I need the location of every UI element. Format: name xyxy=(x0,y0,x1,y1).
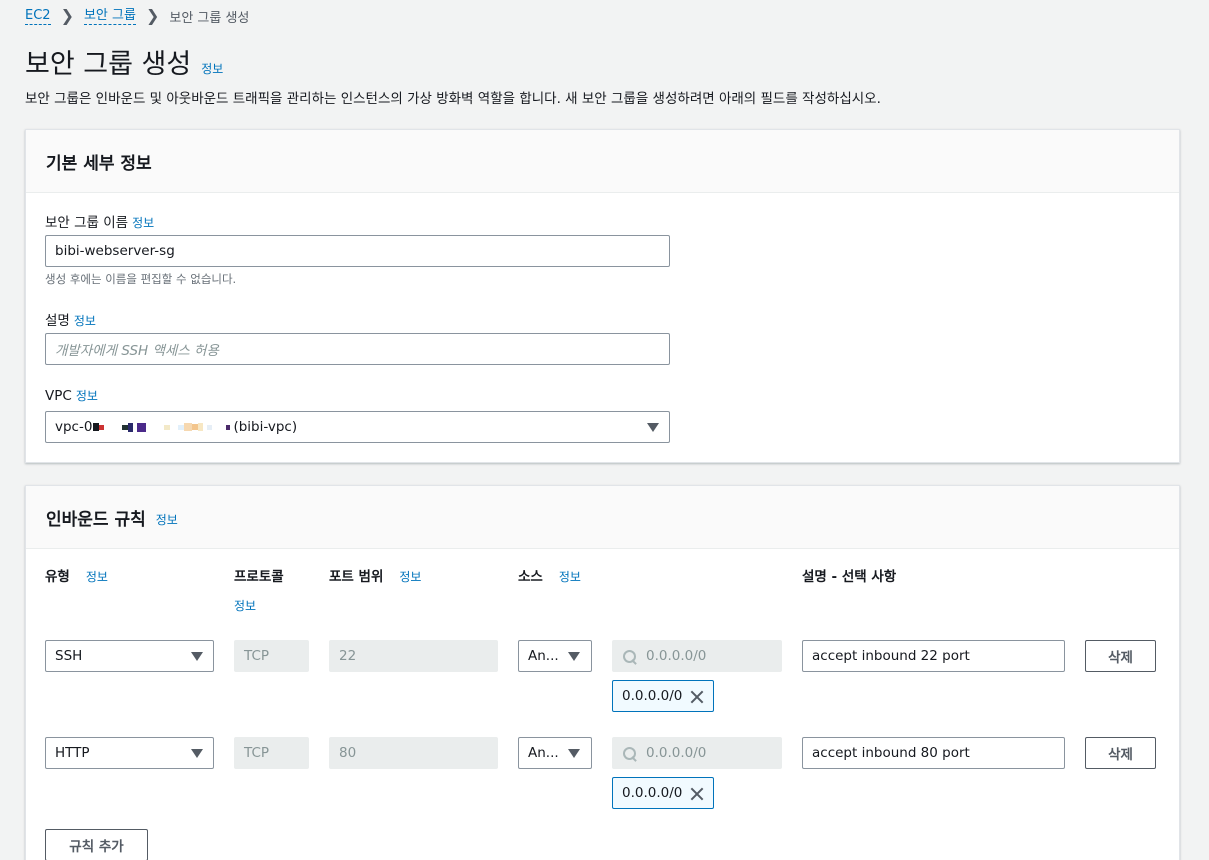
vpc-label: VPC xyxy=(45,388,72,404)
rule-cidr-placeholder: 0.0.0.0/0 xyxy=(646,745,707,761)
description-placeholder: 개발자에게 SSH 액세스 허용 xyxy=(55,343,219,359)
sg-name-info-link[interactable]: 정보 xyxy=(132,216,154,230)
vpc-label-row: VPC 정보 xyxy=(45,387,98,404)
column-header-type: 유형 정보 xyxy=(45,565,108,585)
column-header-protocol: 프로토콜 정보 xyxy=(234,565,284,614)
breadcrumb-security-groups-link[interactable]: 보안 그룹 xyxy=(83,8,136,25)
close-icon[interactable] xyxy=(689,786,705,802)
sg-name-label: 보안 그룹 이름 xyxy=(45,215,129,231)
rule-protocol-field: TCP xyxy=(234,640,309,672)
caret-down-icon xyxy=(191,652,203,661)
rule-source-type-select[interactable]: An... xyxy=(518,737,592,769)
inbound-rules-panel: 인바운드 규칙 정보 xyxy=(25,485,1180,860)
rule-description-value: accept inbound 80 port xyxy=(812,745,970,761)
rule-cidr-token: 0.0.0.0/0 xyxy=(612,680,714,712)
column-protocol-label: 프로토콜 xyxy=(234,569,284,585)
column-port-info-link[interactable]: 정보 xyxy=(399,568,421,585)
page-title-info-link[interactable]: 정보 xyxy=(201,60,223,77)
rule-cidr-search-input[interactable]: 0.0.0.0/0 xyxy=(612,640,782,672)
add-rule-button[interactable]: 규칙 추가 xyxy=(45,829,148,860)
inbound-rules-title: 인바운드 규칙 xyxy=(46,509,146,530)
description-label: 설명 xyxy=(45,313,70,329)
description-info-link[interactable]: 정보 xyxy=(74,314,96,328)
close-icon[interactable] xyxy=(689,689,705,705)
description-label-row: 설명 정보 xyxy=(45,309,96,329)
vpc-id-prefix: vpc-0 xyxy=(55,419,93,435)
caret-down-icon xyxy=(568,749,580,758)
description-input[interactable]: 개발자에게 SSH 액세스 허용 xyxy=(45,333,670,365)
rule-source-type-value: An... xyxy=(528,745,559,761)
column-protocol-info-link[interactable]: 정보 xyxy=(234,597,284,614)
sg-name-hint: 생성 후에는 이름을 편집할 수 없습니다. xyxy=(45,272,237,286)
search-icon xyxy=(623,650,637,664)
inbound-rules-info-link[interactable]: 정보 xyxy=(156,511,178,528)
rule-port-value: 22 xyxy=(339,648,357,664)
column-header-source: 소스 정보 xyxy=(518,565,581,585)
rule-cidr-token: 0.0.0.0/0 xyxy=(612,777,714,809)
page-description: 보안 그룹은 인바운드 및 아웃바운드 트래픽을 관리하는 인스턴스의 가상 방… xyxy=(25,91,881,107)
page-title-row: 보안 그룹 생성 정보 xyxy=(25,42,223,81)
rule-description-value: accept inbound 22 port xyxy=(812,648,970,664)
rule-type-value: HTTP xyxy=(55,745,90,761)
rule-description-input[interactable]: accept inbound 80 port xyxy=(802,737,1065,769)
sg-name-value: bibi-webserver-sg xyxy=(55,243,175,259)
rule-protocol-value: TCP xyxy=(244,648,270,664)
delete-rule-button[interactable]: 삭제 xyxy=(1085,737,1156,769)
vpc-id-redacted xyxy=(93,422,231,432)
rule-port-value: 80 xyxy=(339,745,357,761)
rule-protocol-field: TCP xyxy=(234,737,309,769)
rule-type-value: SSH xyxy=(55,648,83,664)
column-type-label: 유형 xyxy=(45,569,70,585)
basic-details-header: 기본 세부 정보 xyxy=(26,130,1179,193)
sg-name-input[interactable]: bibi-webserver-sg xyxy=(45,235,670,267)
rule-type-select[interactable]: HTTP xyxy=(45,737,214,769)
column-source-info-link[interactable]: 정보 xyxy=(559,568,581,585)
vpc-name: (bibi-vpc) xyxy=(233,419,298,435)
rule-cidr-token-value: 0.0.0.0/0 xyxy=(622,785,683,801)
delete-rule-button[interactable]: 삭제 xyxy=(1085,640,1156,672)
breadcrumb-current: 보안 그룹 생성 xyxy=(169,10,250,26)
caret-down-icon xyxy=(647,423,659,432)
search-icon xyxy=(623,747,637,761)
rule-source-type-value: An... xyxy=(528,648,559,664)
caret-down-icon xyxy=(191,749,203,758)
page-title: 보안 그룹 생성 xyxy=(25,49,192,80)
caret-down-icon xyxy=(568,652,580,661)
rule-protocol-value: TCP xyxy=(244,745,270,761)
breadcrumb: EC2 ❯ 보안 그룹 ❯ 보안 그룹 생성 xyxy=(25,6,249,26)
sg-name-label-row: 보안 그룹 이름 정보 xyxy=(45,211,154,231)
column-port-label: 포트 범위 xyxy=(329,569,384,585)
rule-cidr-search-input[interactable]: 0.0.0.0/0 xyxy=(612,737,782,769)
column-header-port: 포트 범위 정보 xyxy=(329,565,421,585)
breadcrumb-ec2-link[interactable]: EC2 xyxy=(25,8,51,25)
rule-port-field: 80 xyxy=(329,737,498,769)
rule-source-type-select[interactable]: An... xyxy=(518,640,592,672)
vpc-select[interactable]: vpc-0 (bibi-vpc) xyxy=(45,411,670,443)
vpc-info-link[interactable]: 정보 xyxy=(76,389,98,403)
column-description-label: 설명 - 선택 사항 xyxy=(802,569,897,585)
column-source-label: 소스 xyxy=(518,569,543,585)
basic-details-title: 기본 세부 정보 xyxy=(46,153,152,174)
rule-cidr-placeholder: 0.0.0.0/0 xyxy=(646,648,707,664)
rule-type-select[interactable]: SSH xyxy=(45,640,214,672)
chevron-right-icon: ❯ xyxy=(145,6,160,25)
chevron-right-icon: ❯ xyxy=(60,6,74,25)
rule-cidr-token-value: 0.0.0.0/0 xyxy=(622,688,683,704)
rule-port-field: 22 xyxy=(329,640,498,672)
inbound-rules-header: 인바운드 규칙 정보 xyxy=(26,486,1179,549)
column-type-info-link[interactable]: 정보 xyxy=(86,568,108,585)
rule-description-input[interactable]: accept inbound 22 port xyxy=(802,640,1065,672)
